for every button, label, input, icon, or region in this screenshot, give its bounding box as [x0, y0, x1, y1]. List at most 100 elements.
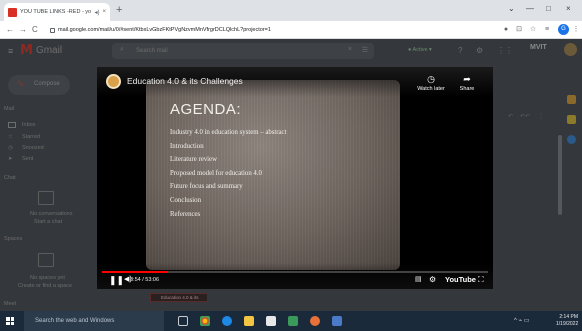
apps-grid-icon[interactable]: ⋮⋮ — [497, 46, 513, 56]
help-icon[interactable]: ? — [458, 46, 462, 56]
agenda-item: Future focus and summary — [170, 183, 243, 191]
subtitles-icon[interactable]: ▤ — [415, 274, 422, 286]
watch-later-label: Watch later — [417, 86, 445, 92]
extensions-icon[interactable]: ≡ — [543, 25, 551, 33]
back-button[interactable]: ← — [6, 24, 14, 35]
edge-icon[interactable] — [222, 316, 232, 326]
tab-close-icon[interactable]: × — [102, 9, 106, 15]
reply-all-icon[interactable]: ↶↶ — [520, 113, 530, 120]
nav-item-starred[interactable]: Starred — [22, 134, 40, 140]
create-space-link[interactable]: Create or find a space — [18, 283, 72, 289]
watch-later-button[interactable]: ◷ Watch later — [411, 74, 451, 92]
browser-tab[interactable]: YOU TUBE LINKS -RED - yo ◂) × — [4, 3, 110, 21]
clock-time: 2:14 PM — [559, 314, 578, 320]
store-icon[interactable] — [266, 316, 276, 326]
spaces-empty-text: No spaces yet — [30, 275, 65, 281]
nav-section-chat[interactable]: Chat — [4, 175, 16, 181]
file-explorer-icon[interactable] — [244, 316, 254, 326]
share-arrow-icon: ➦ — [463, 74, 471, 84]
progress-bar[interactable] — [102, 271, 488, 273]
firefox-icon[interactable] — [310, 316, 320, 326]
nav-section-mail[interactable]: Mail — [4, 106, 14, 112]
presentation-slide: AGENDA: Industry 4.0 in education system… — [146, 80, 400, 270]
inbox-icon — [8, 122, 16, 128]
search-options-icon[interactable]: ☰ — [362, 46, 368, 54]
start-chat-link[interactable]: Start a chat — [34, 219, 62, 225]
chat-bubble-icon — [38, 191, 54, 205]
tasks-icon[interactable] — [567, 135, 576, 144]
star-icon: ☆ — [8, 134, 13, 140]
address-bar[interactable]: mail.google.com/mail/u/0/#sent/KtbxLvGbz… — [50, 23, 490, 37]
youtube-player[interactable]: AGENDA: Industry 4.0 in education system… — [97, 67, 493, 289]
settings-gear-icon[interactable]: ⚙ — [429, 274, 436, 286]
agenda-item: Literature review — [170, 156, 217, 164]
taskbar-clock[interactable]: 2:14 PM 1/19/2022 — [556, 314, 578, 327]
reply-icon[interactable]: ↶ — [508, 113, 513, 120]
nav-item-inbox[interactable]: Inbox — [22, 122, 35, 128]
nav-item-sent[interactable]: Sent — [22, 156, 33, 162]
nav-section-spaces[interactable]: Spaces — [4, 236, 22, 242]
hamburger-menu-icon[interactable]: ≡ — [8, 46, 13, 56]
calendar-icon[interactable] — [567, 95, 576, 104]
chrome-icon[interactable] — [200, 316, 210, 326]
search-placeholder: Search mail — [136, 48, 168, 54]
forward-button[interactable]: → — [19, 24, 27, 35]
reload-button[interactable]: C — [32, 24, 38, 35]
gmail-search-input[interactable]: ⌕ Search mail × ☰ — [112, 43, 374, 59]
agenda-item: Introduction — [170, 142, 204, 150]
attachment-thumbnail[interactable]: Education 4.0 & its — [150, 293, 208, 302]
channel-avatar[interactable] — [106, 74, 121, 89]
progress-played — [102, 271, 168, 273]
app-icon[interactable] — [288, 316, 298, 326]
close-window-button[interactable]: × — [566, 4, 571, 14]
more-menu-icon[interactable]: ⋮ — [572, 25, 580, 33]
gmail-wordmark: Gmail — [35, 45, 63, 56]
share-button[interactable]: ➦ Share — [447, 74, 487, 92]
tab-search-icon[interactable]: ⌄ — [508, 4, 515, 14]
browser-tab-strip: YOU TUBE LINKS -RED - yo ◂) × + ⌄ — □ × — [0, 0, 582, 21]
nav-section-meet[interactable]: Meet — [4, 301, 16, 307]
task-view-icon[interactable] — [178, 316, 188, 326]
keep-icon[interactable] — [567, 115, 576, 124]
compose-label: Compose — [34, 81, 60, 87]
clock-icon: ◷ — [427, 74, 435, 84]
account-org-label: MVIT — [530, 44, 547, 51]
gmail-logo[interactable]: M Gmail — [20, 43, 62, 58]
clear-search-icon[interactable]: × — [348, 46, 352, 53]
scrollbar[interactable] — [558, 135, 562, 215]
browser-toolbar: ← → C mail.google.com/mail/u/0/#sent/Ktb… — [0, 21, 582, 39]
account-avatar[interactable] — [564, 43, 577, 56]
record-icon[interactable]: ● — [502, 25, 510, 33]
windows-start-icon[interactable] — [6, 317, 14, 325]
photos-icon[interactable] — [332, 316, 342, 326]
profile-avatar[interactable]: G — [558, 24, 569, 35]
tab-title: YOU TUBE LINKS -RED - yo — [20, 9, 92, 15]
time-display: 8:54 / 53:06 — [130, 277, 160, 283]
gmail-m-icon: M — [20, 43, 33, 58]
taskbar-search-input[interactable]: Search the web and Windows — [24, 311, 164, 331]
share-label: Share — [459, 86, 475, 92]
screen: YOU TUBE LINKS -RED - yo ◂) × + ⌄ — □ × … — [0, 0, 582, 331]
fullscreen-icon[interactable]: ⛶ — [478, 274, 484, 286]
video-title[interactable]: Education 4.0 & its Challenges — [127, 76, 243, 86]
pause-icon[interactable]: ❚❚ — [109, 274, 124, 286]
clock-icon: ◷ — [8, 145, 13, 151]
youtube-logo[interactable]: YouTube — [445, 275, 476, 284]
speaker-icon[interactable]: ◂) — [94, 9, 99, 16]
more-actions-icon[interactable]: ⋮ — [538, 113, 544, 120]
compose-button[interactable]: ✎ Compose — [8, 75, 70, 95]
nav-item-snoozed[interactable]: Snoozed — [22, 145, 44, 151]
slide-heading: AGENDA: — [170, 101, 242, 118]
maximize-button[interactable]: □ — [546, 4, 551, 14]
system-tray-icons[interactable]: ^ ⌁ ▭ — [514, 317, 529, 324]
minimize-button[interactable]: — — [526, 4, 534, 14]
gmail-header: ≡ M Gmail ⌕ Search mail × ☰ ● Active ▾ ?… — [0, 39, 582, 63]
new-tab-button[interactable]: + — [116, 4, 122, 16]
slide-agenda-list: Industry 4.0 in education system – abstr… — [170, 126, 286, 221]
bookmark-star-icon[interactable]: ☆ — [529, 25, 537, 33]
settings-gear-icon[interactable]: ⚙ — [476, 46, 483, 56]
agenda-item: Proposed model for education 4.0 — [170, 169, 262, 177]
share-icon[interactable]: ⊡ — [515, 25, 523, 33]
agenda-item: Industry 4.0 in education system – abstr… — [170, 129, 287, 136]
status-dropdown[interactable]: ● Active ▾ — [408, 47, 432, 53]
